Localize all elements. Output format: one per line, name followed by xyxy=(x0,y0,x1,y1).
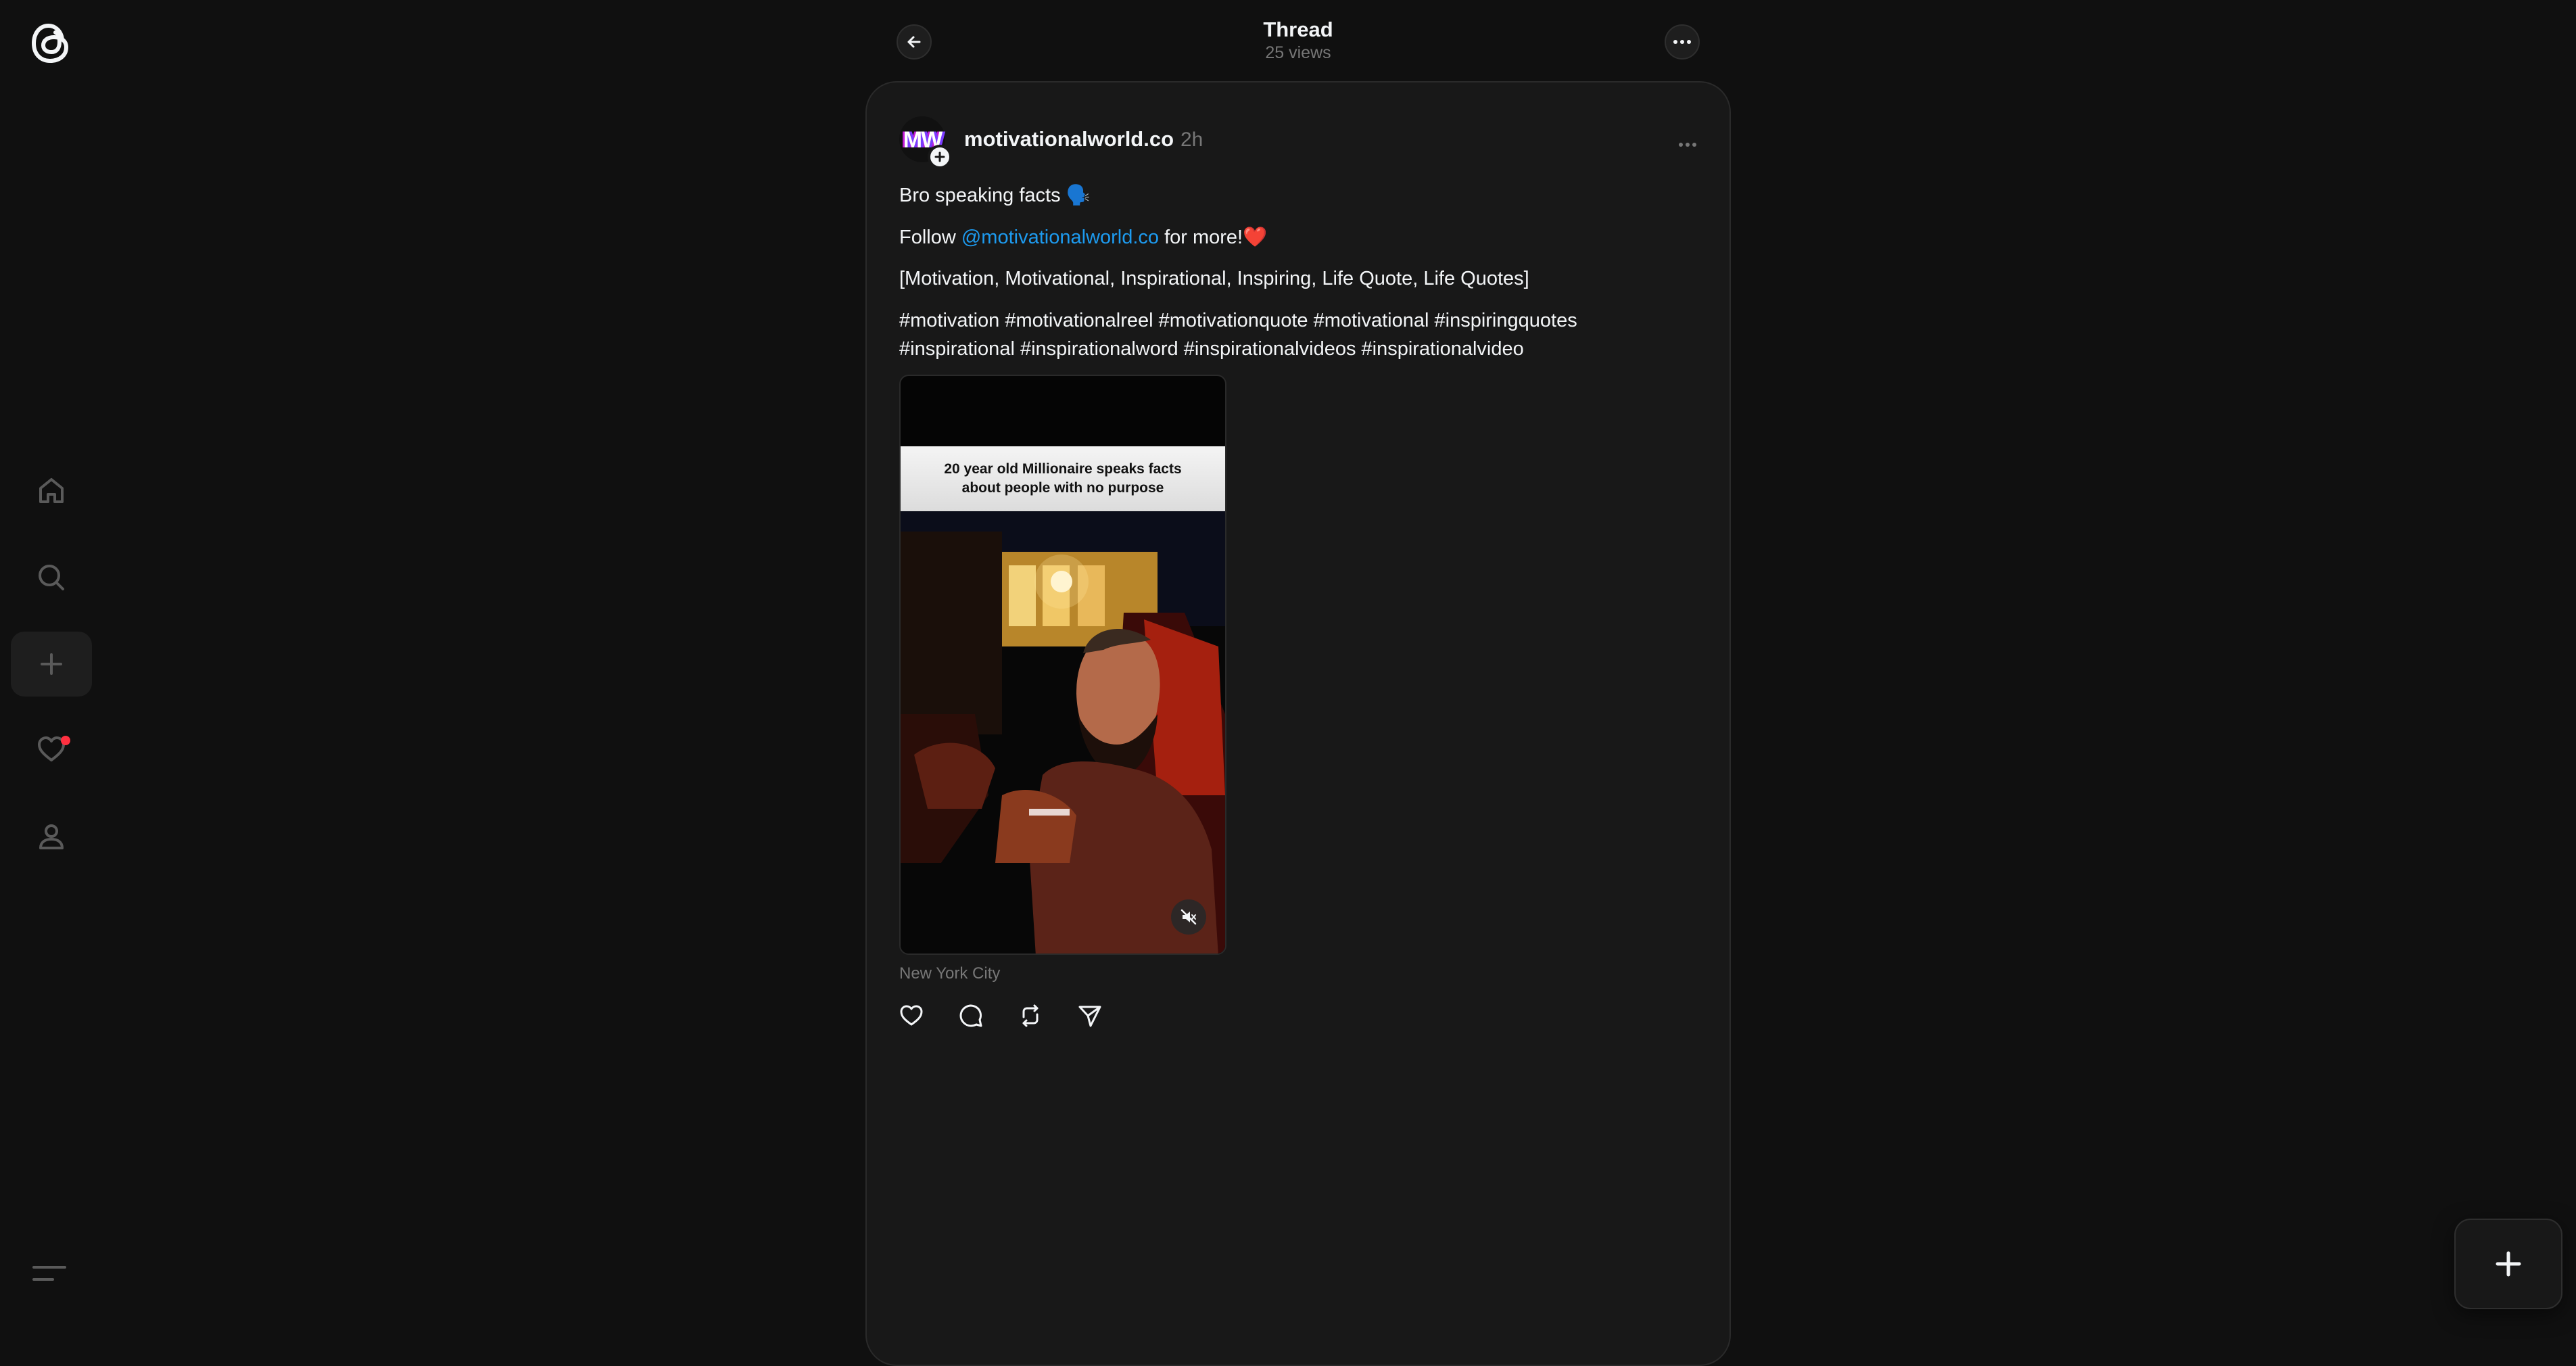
view-count: 25 views xyxy=(1265,43,1331,62)
arrow-left-icon xyxy=(905,32,924,51)
follow-prefix: Follow xyxy=(899,227,961,248)
like-icon xyxy=(898,1002,925,1029)
sidebar-item-home[interactable] xyxy=(11,458,92,523)
threads-logo-icon[interactable] xyxy=(28,19,73,68)
heart-emoji: ❤️ xyxy=(1243,227,1268,248)
post-options-button[interactable] xyxy=(1671,134,1704,156)
new-thread-button[interactable] xyxy=(2454,1219,2562,1309)
plus-icon xyxy=(34,646,69,682)
follow-suffix: for more! xyxy=(1159,227,1243,248)
video-player[interactable]: 20 year old Millionaire speaks facts abo… xyxy=(899,375,1226,955)
profile-icon xyxy=(34,820,69,855)
sidebar-item-create[interactable] xyxy=(11,632,92,697)
thread-options-button[interactable] xyxy=(1665,24,1700,60)
post-actions xyxy=(897,1001,1105,1031)
post-text-line: Bro speaking facts 🗣️ xyxy=(899,185,1091,206)
back-button[interactable] xyxy=(897,24,932,60)
post-time: 2h xyxy=(1180,128,1203,151)
comment-icon xyxy=(957,1002,984,1029)
thread-card: MW motivationalworld.co 2h Bro speaking … xyxy=(865,81,1731,1366)
search-icon xyxy=(34,560,69,595)
post-follow-line: Follow @motivationalworld.co for more!❤️ xyxy=(899,226,1267,249)
video-caption-band: 20 year old Millionaire speaks facts abo… xyxy=(901,446,1225,511)
follow-button[interactable] xyxy=(928,145,952,169)
post-hashtags[interactable]: #motivation #motivationalreel #motivatio… xyxy=(899,310,1577,332)
sidebar-item-activity[interactable] xyxy=(11,717,92,782)
share-button[interactable] xyxy=(1075,1001,1105,1031)
page-title: Thread xyxy=(1263,18,1333,41)
repost-button[interactable] xyxy=(1016,1001,1045,1031)
username[interactable]: motivationalworld.co xyxy=(964,127,1174,151)
video-caption: 20 year old Millionaire speaks facts abo… xyxy=(944,461,1182,496)
sidebar-item-search[interactable] xyxy=(11,545,92,610)
video-frame xyxy=(901,511,1225,953)
avatar[interactable]: MW xyxy=(899,116,952,169)
home-icon xyxy=(34,473,69,509)
post-location[interactable]: New York City xyxy=(899,964,1000,983)
notification-dot xyxy=(61,736,70,745)
sidebar xyxy=(0,0,103,1343)
sidebar-item-profile[interactable] xyxy=(11,805,92,870)
more-icon xyxy=(1673,39,1692,45)
share-icon xyxy=(1076,1002,1103,1029)
mention-link[interactable]: @motivationalworld.co xyxy=(961,227,1159,248)
plus-icon xyxy=(933,150,947,164)
post-keywords: [Motivation, Motivational, Inspirational… xyxy=(899,268,1529,289)
menu-icon[interactable] xyxy=(31,1259,72,1289)
mute-button[interactable] xyxy=(1171,899,1206,935)
comment-button[interactable] xyxy=(956,1001,986,1031)
post-hashtags[interactable]: #inspirational #inspirationalword #inspi… xyxy=(899,338,1524,360)
repost-icon xyxy=(1017,1002,1044,1029)
speaker-muted-icon xyxy=(1179,908,1198,926)
like-button[interactable] xyxy=(897,1001,926,1031)
plus-icon xyxy=(2492,1248,2525,1280)
more-icon xyxy=(1671,134,1704,156)
